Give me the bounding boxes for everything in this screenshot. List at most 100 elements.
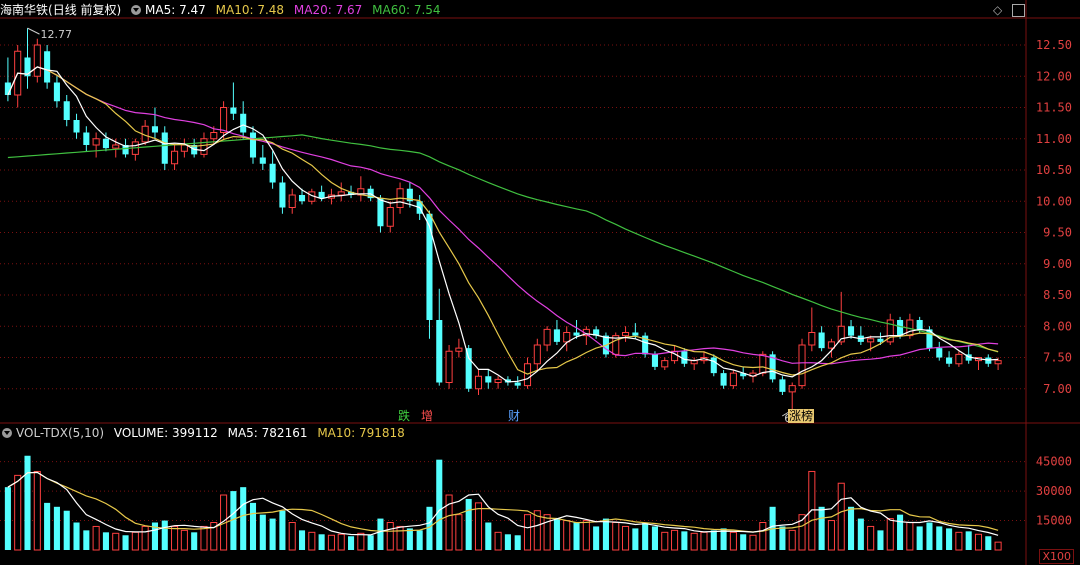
volume-bar — [827, 520, 835, 551]
volume-bar — [543, 514, 551, 551]
volume-bar — [416, 530, 423, 550]
ma60-line — [7, 134, 999, 353]
stock-name[interactable]: 海南华铁 — [0, 3, 48, 17]
volume-bar — [337, 533, 345, 551]
volume-header: VOL-TDX(5,10) VOLUME: 399112 MA5: 782161… — [0, 423, 411, 443]
price-tick-label: 11.50 — [1036, 101, 1072, 115]
candle-body — [474, 375, 483, 390]
volume-bar — [485, 522, 492, 550]
candle-body — [759, 353, 767, 374]
volume-bar — [710, 530, 717, 550]
candle-body — [661, 360, 669, 368]
candle-body — [936, 348, 943, 358]
diamond-icon[interactable]: ◇ — [993, 3, 1002, 17]
candle-body — [83, 132, 90, 145]
candle-body — [44, 51, 51, 83]
volume-bar — [44, 502, 51, 550]
candle-body — [808, 332, 816, 346]
price-tick-label: 8.50 — [1043, 288, 1072, 302]
price-tick-label: 7.00 — [1043, 382, 1072, 396]
volume-bar — [33, 470, 41, 551]
volume-bar — [161, 520, 168, 550]
volume-bar — [974, 533, 983, 551]
volume-bar — [759, 522, 767, 551]
candle-body — [867, 338, 875, 343]
event-tag-die[interactable]: 跌 — [397, 409, 411, 423]
volume-bar — [886, 518, 894, 551]
volume-bar — [671, 529, 679, 551]
candle-body — [848, 326, 855, 336]
candle-body — [240, 113, 247, 133]
candle-body — [269, 163, 276, 183]
candle-body — [494, 378, 502, 383]
candle-body — [230, 107, 237, 114]
volume-bar — [729, 531, 737, 551]
volume-bar — [593, 526, 600, 550]
volume-bar — [740, 534, 747, 550]
dropdown-icon[interactable] — [131, 5, 142, 15]
candle-body — [279, 182, 286, 208]
volume-bar — [455, 514, 463, 551]
ma5-label: MA5: 7.47 — [145, 3, 206, 17]
candle-body — [377, 198, 384, 227]
volume-bar — [191, 532, 198, 550]
volume-bar — [474, 502, 483, 551]
volume-bar — [642, 522, 649, 550]
volume-bar — [582, 520, 590, 551]
volume-bar — [53, 506, 60, 550]
volume-bar — [279, 510, 286, 550]
volume-bar — [788, 529, 796, 551]
volume-tick-label: 15000 — [1036, 514, 1072, 528]
candle-body — [33, 44, 41, 77]
volume-bar — [504, 534, 511, 550]
candle-body — [622, 332, 630, 337]
ma10-label: MA10: 7.48 — [215, 3, 285, 17]
price-header: 海南华铁(日线 前复权) MA5: 7.47 MA10: 7.48 MA20: … — [0, 0, 447, 20]
candle-body — [112, 144, 120, 149]
volume-bar — [180, 529, 188, 551]
candle-body — [220, 107, 228, 133]
restore-button[interactable] — [1012, 4, 1025, 17]
candle-body — [729, 372, 737, 387]
candle-body — [436, 320, 443, 383]
candle-body — [710, 357, 717, 374]
price-tick-label: 10.50 — [1036, 163, 1072, 177]
volume-bar — [622, 525, 630, 551]
volume-bar — [612, 522, 620, 551]
volume-bar — [985, 536, 992, 550]
volume-bar — [779, 526, 786, 550]
volume-bar — [14, 474, 22, 551]
candle-body — [573, 332, 580, 336]
candle-body — [553, 329, 560, 342]
volume-bar — [141, 525, 149, 551]
dropdown-icon[interactable] — [2, 428, 12, 438]
candle-body — [543, 328, 551, 346]
volume-bar — [661, 531, 669, 551]
candle-body — [249, 132, 257, 158]
volume-bar — [92, 525, 100, 551]
volume-bar — [514, 535, 521, 550]
event-tag-zeng[interactable]: 增 — [420, 409, 434, 423]
candle-body — [465, 348, 472, 389]
volume-bar — [436, 459, 443, 550]
candle-body — [445, 350, 453, 383]
volume-bar — [494, 531, 502, 551]
candle-body — [318, 191, 325, 199]
volume-bar — [867, 525, 875, 551]
volume-bar — [877, 530, 884, 550]
event-tag-zhangbang[interactable]: 涨榜 — [788, 409, 815, 423]
volume-bar — [269, 518, 276, 550]
volume-bar — [112, 532, 120, 551]
candle-body — [955, 353, 963, 365]
candle-body — [200, 138, 208, 155]
event-tag-cai[interactable]: 财 — [507, 409, 521, 423]
volume-bar — [131, 531, 139, 551]
volume-bar — [573, 522, 580, 550]
candle-body — [426, 213, 433, 320]
volume-bar — [73, 522, 80, 550]
vol-indicator-label[interactable]: VOL-TDX(5,10) — [16, 426, 104, 440]
ma20-label: MA20: 7.67 — [293, 3, 363, 17]
volume-bar — [465, 498, 472, 550]
candle-body — [916, 320, 923, 330]
volume-bar — [837, 482, 845, 551]
